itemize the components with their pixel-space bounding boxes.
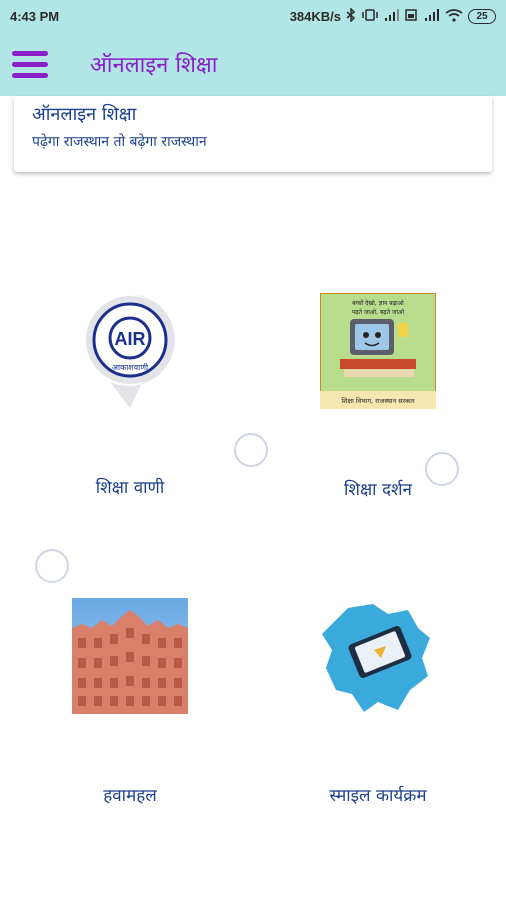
signal-4g-icon — [422, 9, 440, 24]
svg-text:AIR: AIR — [115, 329, 146, 349]
all-india-radio-logo: AIR आकाशवाणी — [80, 290, 180, 410]
tile-label: स्माइल कार्यक्रम — [329, 786, 427, 806]
ripple-ring — [35, 549, 69, 583]
svg-text:पढ़ते जाओ, बढ़ते जाओ: पढ़ते जाओ, बढ़ते जाओ — [352, 308, 405, 316]
tile-label: शिक्षा दर्शन — [344, 480, 412, 500]
vibrate-icon — [361, 9, 379, 24]
card-title: ऑनलाइन शिक्षा — [32, 104, 137, 125]
tile-shiksha-darshan[interactable]: बच्चों देखो, ज्ञान बढ़ाओ पढ़ते जाओ, बढ़त… — [268, 285, 488, 515]
card-subtitle: पढ़ेगा राजस्थान तो बढ़ेगा राजस्थान — [32, 134, 207, 150]
ripple-ring — [425, 452, 459, 486]
ripple-ring — [234, 433, 268, 467]
network-speed: 384KB/s — [289, 9, 341, 24]
hamburger-menu-icon[interactable] — [12, 49, 48, 81]
tile-smile-karyakram[interactable]: स्माइल कार्यक्रम — [268, 595, 488, 825]
tile-shiksha-vani[interactable]: AIR आकाशवाणी शिक्षा वाणी — [20, 285, 240, 515]
svg-text:आकाशवाणी: आकाशवाणी — [112, 362, 149, 372]
tile-label: हवामहल — [103, 786, 157, 806]
svg-text:बच्चों देखो, ज्ञान बढ़ाओ: बच्चों देखो, ज्ञान बढ़ाओ — [352, 299, 404, 307]
battery-icon: 25 — [468, 9, 496, 24]
signal-icon — [384, 9, 400, 24]
tile-label: शिक्षा वाणी — [95, 478, 165, 498]
data-saver-icon — [405, 9, 417, 24]
tile-hawa-mahal[interactable]: हवामहल — [20, 595, 240, 825]
status-time: 4:43 PM — [10, 9, 60, 24]
shiksha-darshan-tv-icon: बच्चों देखो, ज्ञान बढ़ाओ पढ़ते जाओ, बढ़त… — [319, 292, 437, 410]
smile-rajasthan-map-icon — [318, 598, 438, 718]
app-title: ऑनलाइन शिक्षा — [90, 53, 218, 78]
status-icons: 384KB/s 25 — [289, 7, 496, 25]
hawa-mahal-photo — [72, 598, 188, 714]
wifi-icon — [445, 8, 463, 25]
app-bar: ऑनलाइन शिक्षा — [0, 34, 506, 96]
header-card: ऑनलाइन शिक्षा पढ़ेगा राजस्थान तो बढ़ेगा … — [14, 96, 492, 172]
status-bar: 4:43 PM 384KB/s 25 — [0, 0, 506, 34]
bluetooth-icon — [346, 7, 356, 25]
svg-text:शिक्षा विभाग, राजस्थान सरकार: शिक्षा विभाग, राजस्थान सरकार — [341, 397, 415, 405]
